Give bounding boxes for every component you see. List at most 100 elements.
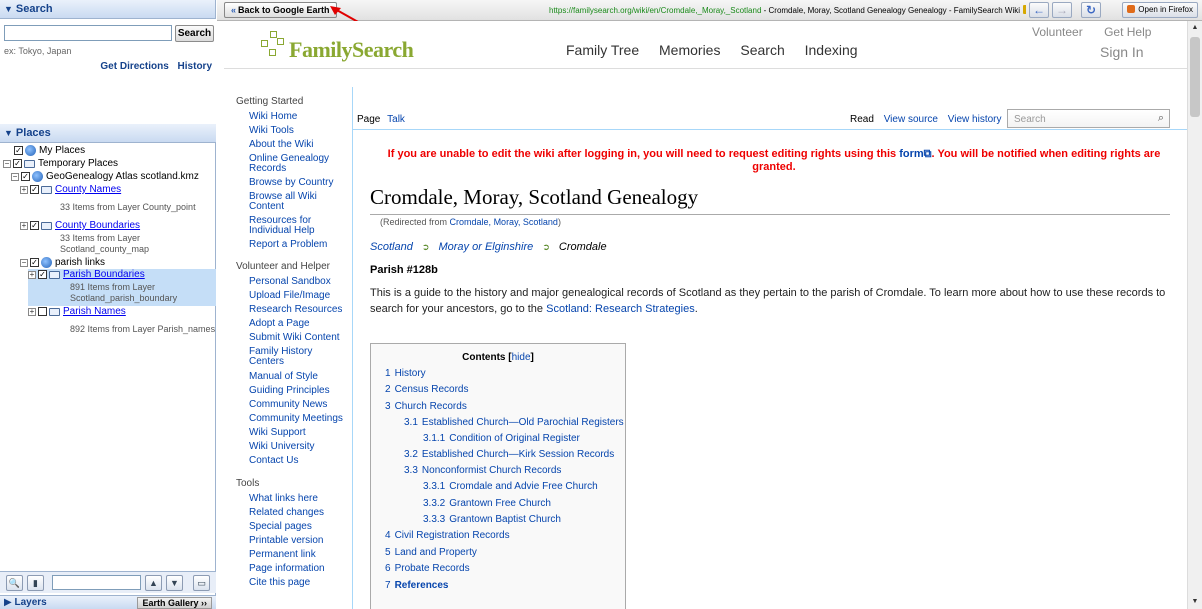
nav-family-tree[interactable]: Family Tree	[566, 42, 639, 58]
tab-page[interactable]: Page	[357, 114, 380, 125]
toc-hide-link[interactable]: hide	[512, 352, 531, 363]
vertical-scrollbar[interactable]: ▲ ▼	[1187, 21, 1202, 609]
checkbox[interactable]	[38, 307, 47, 316]
back-to-google-earth-button[interactable]: «Back to Google Earth	[224, 2, 337, 18]
expand-plus-icon[interactable]: +	[20, 222, 28, 230]
nav-item-what-links-here[interactable]: What links here	[249, 494, 349, 504]
checkbox[interactable]: ✓	[30, 185, 39, 194]
familysearch-logo[interactable]: FamilySearch	[261, 27, 414, 65]
nav-item-guiding-principles[interactable]: Guiding Principles	[249, 386, 349, 396]
nav-search[interactable]: Search	[740, 42, 784, 58]
scroll-down-icon[interactable]: ▼	[1188, 595, 1202, 609]
tree-item-parish-links[interactable]: − ✓ parish links	[20, 257, 105, 269]
nav-item-resources-help[interactable]: Resources for Individual Help	[249, 216, 349, 236]
toc-item[interactable]: 2 Census Records	[385, 384, 468, 395]
expand-triangle-icon[interactable]: ▶	[4, 597, 12, 608]
scroll-thumb[interactable]	[1190, 37, 1200, 117]
nav-item-upload[interactable]: Upload File/Image	[249, 291, 349, 301]
nav-item-report-problem[interactable]: Report a Problem	[249, 240, 349, 250]
search-places-icon[interactable]: 🔍	[6, 575, 23, 591]
nav-item-browse-all[interactable]: Browse all Wiki Content	[249, 192, 349, 212]
toc-item[interactable]: 3.2 Established Church—Kirk Session Recor…	[404, 449, 614, 460]
checkbox[interactable]: ✓	[13, 159, 22, 168]
toc-item[interactable]: 3 Church Records	[385, 401, 467, 412]
search-button[interactable]: Search	[175, 25, 214, 42]
tab-read[interactable]: Read	[850, 114, 874, 125]
expand-plus-icon[interactable]: +	[28, 308, 36, 316]
nav-item-related-changes[interactable]: Related changes	[249, 508, 349, 518]
panel-toggle-icon[interactable]: ▮	[27, 575, 44, 591]
nav-item-online-records[interactable]: Online Genealogy Records	[249, 154, 349, 174]
nav-item-wiki-tools[interactable]: Wiki Tools	[249, 126, 349, 136]
toc-item[interactable]: 3.3.3 Grantown Baptist Church	[423, 514, 561, 525]
tab-talk[interactable]: Talk	[387, 114, 405, 125]
collapse-triangle-icon[interactable]: ▼	[4, 124, 13, 142]
toc-item[interactable]: 3.3.2 Grantown Free Church	[423, 498, 551, 509]
nav-item-research-resources[interactable]: Research Resources	[249, 305, 349, 315]
checkbox[interactable]: ✓	[38, 270, 47, 279]
tree-item-atlas[interactable]: − ✓ GeoGenealogy Atlas scotland.kmz	[11, 171, 199, 183]
toc-item[interactable]: 5 Land and Property	[385, 547, 477, 558]
collapse-triangle-icon[interactable]: ▼	[4, 0, 13, 18]
toc-item[interactable]: 1 History	[385, 368, 426, 379]
redirect-link[interactable]: Cromdale, Moray, Scotland	[450, 217, 558, 227]
move-down-icon[interactable]: ▼	[166, 575, 183, 591]
toc-item[interactable]: 4 Civil Registration Records	[385, 530, 510, 541]
tree-item-county-names[interactable]: + ✓ County Names	[20, 184, 121, 196]
search-panel-header[interactable]: ▼ Search	[0, 0, 215, 19]
places-filter-input[interactable]	[52, 575, 141, 590]
toc-item[interactable]: 3.3 Nonconformist Church Records	[404, 465, 561, 476]
nav-item-about-wiki[interactable]: About the Wiki	[249, 140, 349, 150]
nav-item-printable[interactable]: Printable version	[249, 536, 349, 546]
nav-item-browse-country[interactable]: Browse by Country	[249, 178, 349, 188]
tab-view-history[interactable]: View history	[948, 114, 1002, 125]
nav-item-community-news[interactable]: Community News	[249, 400, 349, 410]
nav-item-adopt-page[interactable]: Adopt a Page	[249, 319, 349, 329]
forward-arrow-icon[interactable]: →	[1052, 2, 1072, 18]
get-directions-link[interactable]: Get Directions	[100, 61, 168, 72]
tree-item-link[interactable]: Parish Boundaries	[63, 269, 145, 281]
wiki-search-input[interactable]: Search ⌕	[1007, 109, 1170, 128]
toc-item[interactable]: 6 Probate Records	[385, 563, 470, 574]
tree-item-temporary-places[interactable]: − ✓ Temporary Places	[3, 158, 118, 170]
collapse-minus-icon[interactable]: −	[11, 173, 19, 181]
toc-item[interactable]: 3.1 Established Church—Old Parochial Regi…	[404, 417, 624, 428]
earth-gallery-button[interactable]: Earth Gallery ››	[137, 597, 212, 609]
move-up-icon[interactable]: ▲	[145, 575, 162, 591]
notice-form-link[interactable]: form⧉	[899, 148, 931, 160]
nav-indexing[interactable]: Indexing	[805, 42, 858, 58]
nav-memories[interactable]: Memories	[659, 42, 720, 58]
collapse-minus-icon[interactable]: −	[3, 160, 11, 168]
nav-item-wiki-support[interactable]: Wiki Support	[249, 428, 349, 438]
refresh-icon[interactable]: ↻	[1081, 2, 1101, 18]
checkbox[interactable]: ✓	[21, 172, 30, 181]
collapse-minus-icon[interactable]: −	[20, 259, 28, 267]
tree-item-link[interactable]: County Names	[55, 184, 121, 196]
expand-plus-icon[interactable]: +	[20, 186, 28, 194]
checkbox[interactable]: ✓	[14, 146, 23, 155]
places-panel-header[interactable]: ▼ Places	[0, 124, 216, 143]
nav-item-manual-style[interactable]: Manual of Style	[249, 372, 349, 382]
nav-item-permanent-link[interactable]: Permanent link	[249, 550, 349, 560]
nav-item-contact-us[interactable]: Contact Us	[249, 456, 349, 466]
checkbox[interactable]: ✓	[30, 221, 39, 230]
nav-item-sandbox[interactable]: Personal Sandbox	[249, 277, 349, 287]
tree-item-my-places[interactable]: ✓ My Places	[14, 145, 85, 157]
nav-item-fh-centers[interactable]: Family History Centers	[249, 347, 349, 367]
toc-item[interactable]: 3.1.1 Condition of Original Register	[423, 433, 580, 444]
expand-plus-icon[interactable]: +	[28, 271, 36, 279]
get-help-link[interactable]: Get Help	[1104, 25, 1151, 39]
back-arrow-icon[interactable]: ←	[1029, 2, 1049, 18]
volunteer-link[interactable]: Volunteer	[1032, 25, 1083, 39]
nav-item-community-meetings[interactable]: Community Meetings	[249, 414, 349, 424]
nav-item-page-information[interactable]: Page information	[249, 564, 349, 574]
nav-item-wiki-university[interactable]: Wiki University	[249, 442, 349, 452]
url-text[interactable]: https://familysearch.org/wiki/en/Cromdal…	[549, 6, 761, 15]
fly-to-search-input[interactable]	[4, 25, 172, 41]
nav-item-cite-page[interactable]: Cite this page	[249, 578, 349, 588]
breadcrumb-moray[interactable]: Moray or Elginshire	[438, 241, 533, 253]
history-link[interactable]: History	[178, 61, 212, 72]
open-in-firefox-button[interactable]: Open in Firefox	[1122, 2, 1198, 18]
nav-item-wiki-home[interactable]: Wiki Home	[249, 112, 349, 122]
new-folder-icon[interactable]: ▭	[193, 575, 210, 591]
